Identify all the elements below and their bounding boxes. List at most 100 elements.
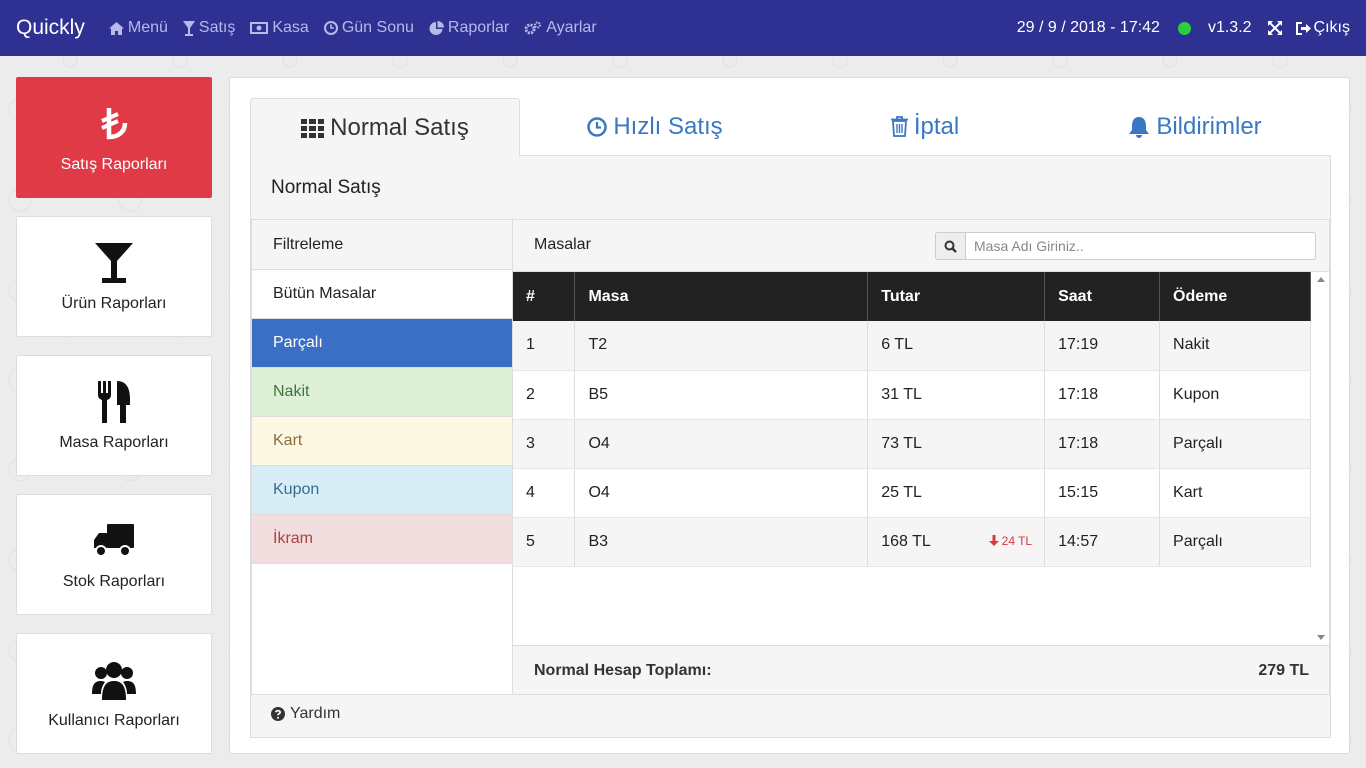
cell-odeme: Kupon bbox=[1159, 370, 1311, 420]
fullscreen-icon[interactable] bbox=[1267, 21, 1282, 35]
nav-satis-label: Satış bbox=[198, 19, 236, 36]
column-header-no[interactable]: # bbox=[513, 272, 576, 321]
tab-label: Normal Satış bbox=[330, 114, 469, 141]
sales-table-area: # Masa Tutar Saat Ödeme 1 T2 6 TL 17:19 bbox=[513, 272, 1329, 645]
table-row[interactable]: 5 B3 168 TL 24 TL 14:57 Parçalı bbox=[513, 517, 1311, 567]
total-row: Normal Hesap Toplamı: 279 TL bbox=[513, 645, 1329, 694]
cell-masa: B3 bbox=[574, 517, 869, 567]
cell-saat: 17:18 bbox=[1044, 370, 1161, 420]
clock-icon bbox=[323, 21, 338, 35]
report-tabs: Normal Satış Hızlı Satış İptal Bildiriml… bbox=[250, 98, 1331, 157]
help-link[interactable]: Yardım bbox=[271, 694, 340, 734]
discount-badge: 24 TL bbox=[988, 533, 1033, 548]
cell-tutar: 168 TL bbox=[881, 532, 931, 550]
clock-icon bbox=[587, 116, 608, 137]
scroll-up-arrow[interactable] bbox=[1317, 277, 1325, 282]
cell-saat: 15:15 bbox=[1044, 468, 1161, 518]
filter-item-kart[interactable]: Kart bbox=[252, 417, 512, 466]
nav-menu-label: Menü bbox=[127, 19, 168, 36]
logout-button[interactable]: Çıkış bbox=[1295, 19, 1350, 37]
cell-tutar: 31 TL bbox=[867, 370, 1046, 420]
sidebar-item-masa-raporlari[interactable]: Masa Raporları bbox=[16, 355, 212, 476]
money-icon bbox=[250, 22, 269, 34]
total-label: Normal Hesap Toplamı: bbox=[534, 662, 712, 679]
sidebar-item-label: Kullanıcı Raporları bbox=[48, 711, 180, 729]
tables-header-label: Masalar bbox=[534, 236, 591, 253]
tables-header: Masalar bbox=[513, 220, 1329, 272]
sidebar-item-kullanici-raporlari[interactable]: Kullanıcı Raporları bbox=[16, 633, 212, 754]
nav-ayarlar[interactable]: Ayarlar bbox=[524, 19, 597, 37]
nav-kasa[interactable]: Kasa bbox=[250, 19, 309, 37]
nav-gun-sonu-label: Gün Sonu bbox=[341, 19, 414, 36]
table-search-input[interactable] bbox=[966, 233, 1315, 259]
table-scrollbar[interactable] bbox=[1313, 272, 1329, 645]
nav-menu[interactable]: Menü bbox=[108, 19, 168, 37]
truck-icon bbox=[94, 519, 134, 563]
cell-no: 1 bbox=[513, 321, 576, 371]
cell-saat: 17:18 bbox=[1044, 419, 1161, 469]
table-header-row: # Masa Tutar Saat Ödeme bbox=[513, 272, 1311, 321]
table-row[interactable]: 1 T2 6 TL 17:19 Nakit bbox=[513, 321, 1311, 371]
cocktail-glass-icon bbox=[95, 241, 133, 285]
cell-no: 4 bbox=[513, 468, 576, 518]
panel-title: Normal Satış bbox=[271, 177, 381, 198]
question-circle-icon bbox=[271, 707, 285, 721]
cell-odeme: Nakit bbox=[1159, 321, 1311, 371]
column-header-masa[interactable]: Masa bbox=[574, 272, 869, 321]
tab-iptal[interactable]: İptal bbox=[790, 98, 1060, 155]
cell-tutar: 25 TL bbox=[867, 468, 1046, 518]
sidebar-item-label: Satış Raporları bbox=[60, 155, 168, 173]
tab-label: Hızlı Satış bbox=[613, 112, 723, 140]
nav-ayarlar-label: Ayarlar bbox=[546, 19, 597, 36]
cell-no: 3 bbox=[513, 419, 576, 469]
top-navbar: Quickly Menü Satış Kasa Gün Sonu Raporla… bbox=[0, 0, 1366, 56]
cell-tutar: 6 TL bbox=[867, 321, 1046, 371]
tab-hizli-satis[interactable]: Hızlı Satış bbox=[520, 98, 790, 155]
column-header-saat[interactable]: Saat bbox=[1044, 272, 1161, 321]
cell-odeme: Kart bbox=[1159, 468, 1311, 518]
cell-masa: B5 bbox=[574, 370, 869, 420]
sidebar-item-urun-raporlari[interactable]: Ürün Raporları bbox=[16, 216, 212, 337]
tab-label: Bildirimler bbox=[1156, 112, 1262, 140]
lira-icon bbox=[100, 102, 128, 146]
pie-chart-icon bbox=[429, 20, 444, 35]
cell-saat: 14:57 bbox=[1044, 517, 1161, 567]
brand-logo[interactable]: Quickly bbox=[16, 16, 85, 40]
nav-gun-sonu[interactable]: Gün Sonu bbox=[323, 19, 414, 37]
filter-item-nakit[interactable]: Nakit bbox=[252, 368, 512, 417]
column-header-tutar[interactable]: Tutar bbox=[867, 272, 1046, 321]
scroll-down-arrow[interactable] bbox=[1317, 635, 1325, 640]
filter-item-parcali[interactable]: Parçalı bbox=[252, 319, 512, 368]
sign-out-icon bbox=[1295, 21, 1311, 35]
grid-icon bbox=[301, 118, 325, 138]
logout-label: Çıkış bbox=[1313, 19, 1350, 36]
filter-item-butun-masalar[interactable]: Bütün Masalar bbox=[252, 270, 512, 319]
tab-normal-satis[interactable]: Normal Satış bbox=[250, 98, 520, 157]
table-row[interactable]: 3 O4 73 TL 17:18 Parçalı bbox=[513, 419, 1311, 469]
discount-amount: 24 TL bbox=[1001, 533, 1033, 548]
trash-icon bbox=[890, 116, 908, 137]
filter-item-ikram[interactable]: İkram bbox=[252, 515, 512, 564]
nav-raporlar[interactable]: Raporlar bbox=[429, 19, 509, 37]
cell-tutar-with-discount: 168 TL 24 TL bbox=[867, 517, 1046, 567]
sidebar-item-satis-raporlari[interactable]: Satış Raporları bbox=[16, 77, 212, 198]
search-icon[interactable] bbox=[936, 233, 966, 259]
arrow-down-icon bbox=[988, 535, 999, 546]
cell-saat: 17:19 bbox=[1044, 321, 1161, 371]
connection-status-indicator bbox=[1177, 21, 1191, 35]
column-header-odeme[interactable]: Ödeme bbox=[1159, 272, 1311, 321]
cell-masa: O4 bbox=[574, 468, 869, 518]
table-row[interactable]: 2 B5 31 TL 17:18 Kupon bbox=[513, 370, 1311, 420]
table-row[interactable]: 4 O4 25 TL 15:15 Kart bbox=[513, 468, 1311, 518]
nav-satis[interactable]: Satış bbox=[182, 19, 236, 37]
filter-item-kupon[interactable]: Kupon bbox=[252, 466, 512, 515]
table-search bbox=[935, 232, 1316, 260]
cutlery-icon bbox=[97, 380, 131, 424]
cell-masa: O4 bbox=[574, 419, 869, 469]
nav-raporlar-label: Raporlar bbox=[447, 19, 510, 36]
cell-odeme: Parçalı bbox=[1159, 517, 1311, 567]
cell-masa: T2 bbox=[574, 321, 869, 371]
sidebar-item-stok-raporlari[interactable]: Stok Raporları bbox=[16, 494, 212, 615]
tab-bildirimler[interactable]: Bildirimler bbox=[1060, 98, 1330, 155]
total-value: 279 TL bbox=[1258, 662, 1309, 679]
